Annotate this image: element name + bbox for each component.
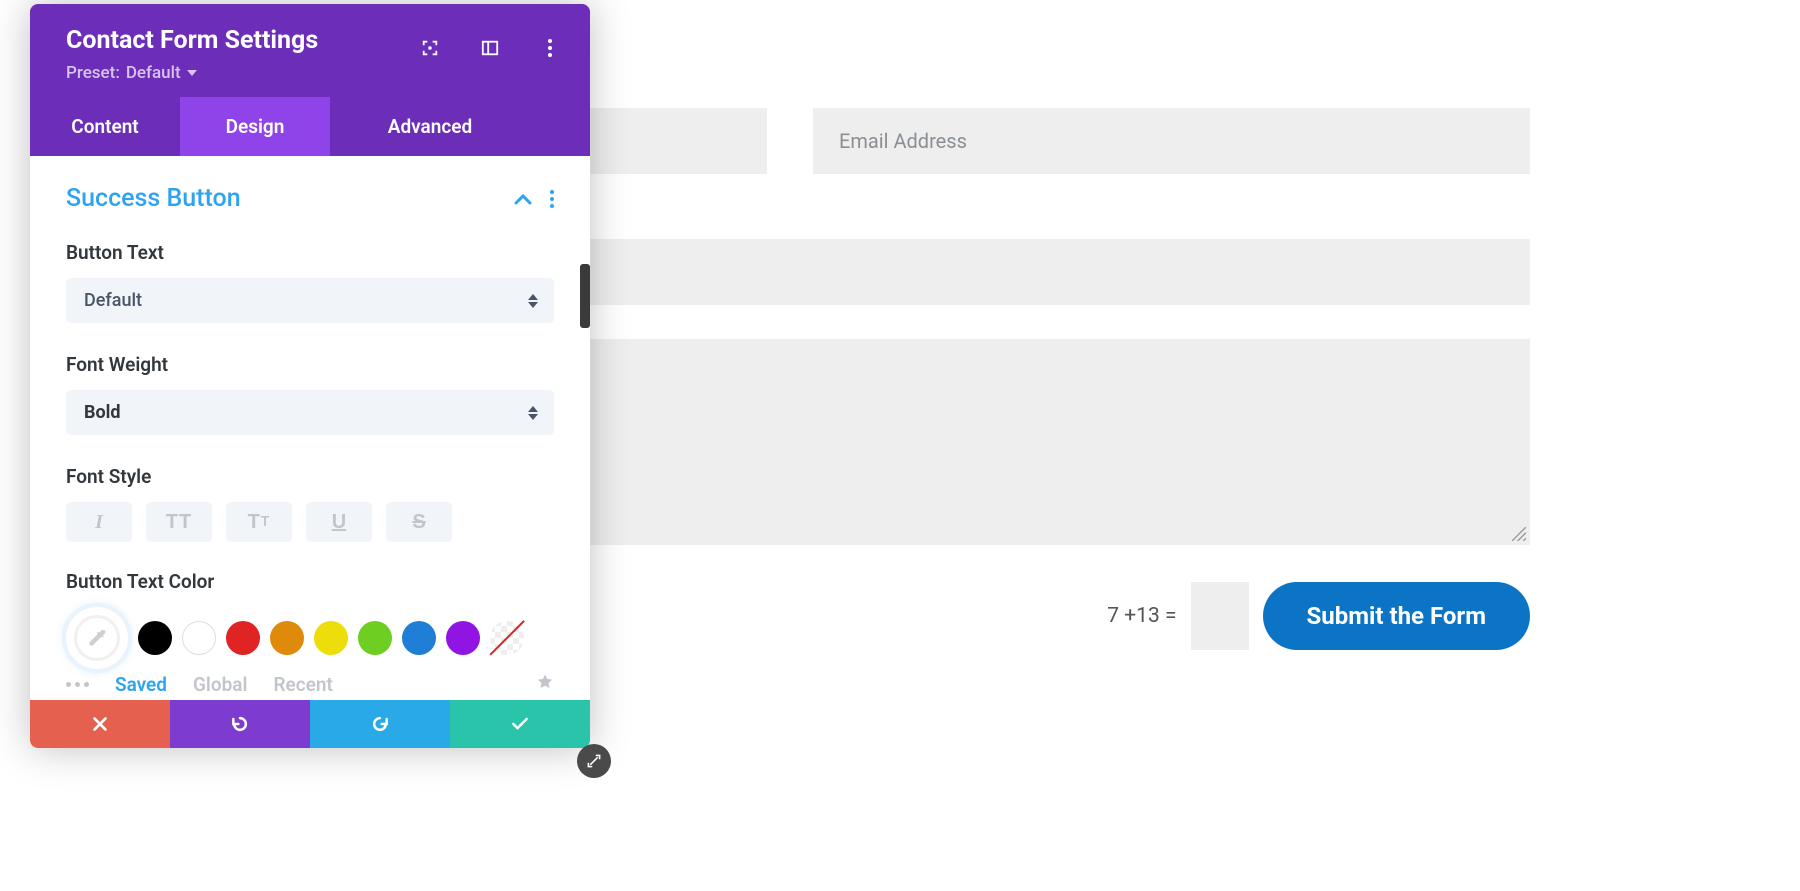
expand-icon[interactable]	[420, 38, 440, 58]
save-button[interactable]	[450, 700, 590, 748]
chevron-up-icon[interactable]	[514, 193, 532, 205]
font-weight-select[interactable]: Bold	[66, 390, 554, 435]
panel-scrollbar[interactable]	[580, 264, 590, 328]
caret-down-icon	[187, 68, 197, 78]
palette-tab-global[interactable]: Global	[193, 673, 247, 696]
color-swatch[interactable]	[182, 621, 216, 655]
panel-tabs: Content Design Advanced	[30, 97, 590, 156]
section-more-icon[interactable]	[550, 190, 554, 208]
panel-footer	[30, 700, 590, 748]
palette-more-icon[interactable]	[66, 682, 89, 687]
panel-header: Contact Form Settings Preset: Default	[30, 4, 590, 97]
settings-panel: Contact Form Settings Preset: Default Co…	[30, 4, 590, 748]
palette-favorite-icon[interactable]	[536, 673, 554, 696]
color-swatch[interactable]	[358, 621, 392, 655]
color-swatch[interactable]	[138, 621, 172, 655]
font-style-smallcaps-button[interactable]: TT	[226, 502, 292, 542]
submit-button-label: Submit the Form	[1307, 602, 1486, 630]
color-picker-button[interactable]	[66, 607, 128, 669]
font-style-underline-button[interactable]: U	[306, 502, 372, 542]
panel-layout-icon[interactable]	[480, 38, 500, 58]
color-swatch[interactable]	[226, 621, 260, 655]
tab-content[interactable]: Content	[30, 97, 180, 156]
font-style-label: Font Style	[66, 465, 554, 488]
panel-more-icon[interactable]	[540, 38, 560, 58]
tab-design[interactable]: Design	[180, 97, 330, 156]
section-title[interactable]: Success Button	[66, 184, 241, 213]
color-swatch[interactable]	[490, 621, 524, 655]
captcha-question: 7 +13 =	[1107, 604, 1176, 628]
font-style-italic-button[interactable]: I	[66, 502, 132, 542]
email-placeholder: Email Address	[839, 129, 967, 153]
select-caret-icon	[528, 406, 538, 420]
button-text-select[interactable]: Default	[66, 278, 554, 323]
tab-advanced[interactable]: Advanced	[330, 97, 530, 156]
email-input[interactable]: Email Address	[813, 108, 1530, 174]
resize-handle-icon[interactable]	[1512, 527, 1526, 541]
panel-body: Success Button Button Text Default Font …	[30, 156, 590, 700]
palette-tab-recent[interactable]: Recent	[273, 673, 332, 696]
undo-icon	[230, 714, 250, 734]
undo-button[interactable]	[170, 700, 310, 748]
color-swatch[interactable]	[270, 621, 304, 655]
font-weight-label: Font Weight	[66, 353, 554, 376]
color-swatch[interactable]	[402, 621, 436, 655]
close-icon	[91, 715, 109, 733]
button-text-label: Button Text	[66, 241, 554, 264]
color-swatch[interactable]	[446, 621, 480, 655]
font-style-uppercase-button[interactable]: TT	[146, 502, 212, 542]
select-caret-icon	[528, 294, 538, 308]
button-text-color-label: Button Text Color	[66, 570, 554, 593]
eyedropper-icon	[86, 627, 108, 649]
submit-button[interactable]: Submit the Form	[1263, 582, 1530, 650]
palette-tab-saved[interactable]: Saved	[115, 673, 167, 696]
redo-button[interactable]	[310, 700, 450, 748]
panel-resize-handle[interactable]	[577, 744, 611, 778]
redo-icon	[370, 714, 390, 734]
resize-diagonal-icon	[586, 753, 602, 769]
preset-selector[interactable]: Preset: Default	[66, 63, 554, 83]
color-swatch[interactable]	[314, 621, 348, 655]
captcha-answer-input[interactable]	[1191, 582, 1249, 650]
check-icon	[510, 714, 530, 734]
cancel-button[interactable]	[30, 700, 170, 748]
color-swatch-row	[66, 607, 554, 669]
palette-tabs: Saved Global Recent	[66, 673, 554, 696]
font-style-strikethrough-button[interactable]: S	[386, 502, 452, 542]
